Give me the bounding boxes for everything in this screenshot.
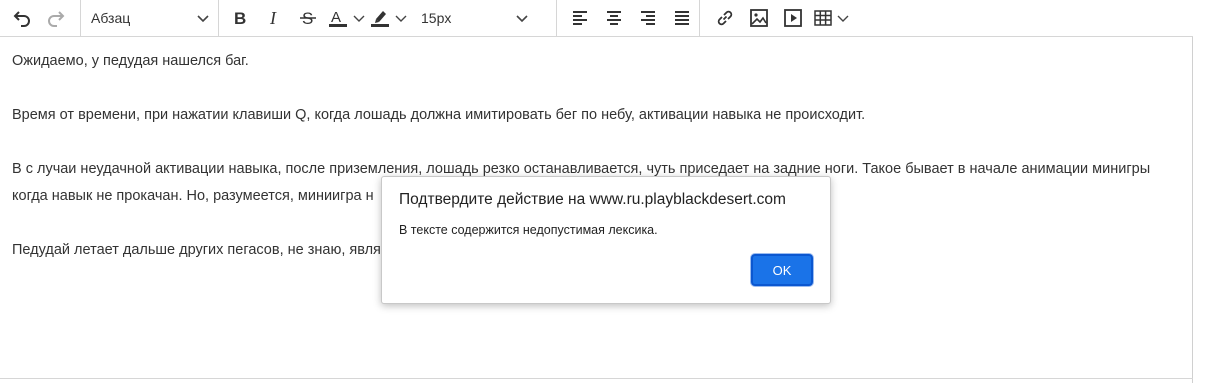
insert-video-button[interactable] (776, 0, 810, 37)
image-icon (750, 9, 768, 27)
highlight-color-button[interactable] (367, 0, 393, 37)
strikethrough-button[interactable]: S (291, 0, 325, 37)
chevron-down-icon (395, 15, 407, 22)
paragraph-format-value: Абзац (91, 10, 131, 26)
redo-button[interactable] (39, 0, 73, 37)
undo-icon (13, 11, 30, 27)
editor-toolbar: Абзац B I S A 15px (0, 0, 1193, 37)
align-center-icon (607, 11, 621, 25)
svg-text:B: B (234, 9, 246, 27)
link-icon (717, 10, 733, 26)
bold-button[interactable]: B (223, 0, 257, 37)
chevron-down-icon (837, 15, 849, 22)
content-paragraph: Ожидаемо, у педудая нашелся баг. (12, 53, 249, 69)
font-size-select[interactable]: 15px (409, 0, 537, 37)
text-color-dropdown[interactable] (351, 0, 367, 37)
content-paragraph: Время от времени, при нажатии клавиши Q,… (12, 107, 866, 123)
insert-image-button[interactable] (742, 0, 776, 37)
paragraph-format-select[interactable]: Абзац (81, 0, 218, 37)
editor-footer-divider (0, 378, 1193, 379)
align-justify-icon (675, 11, 689, 25)
dialog-message: В тексте содержится недопустимая лексика… (399, 223, 658, 237)
confirm-dialog: Подтвердите действие на www.ru.playblack… (381, 176, 831, 304)
highlight-color-dropdown[interactable] (393, 0, 409, 37)
history-group (0, 0, 81, 37)
text-color-icon: A (329, 9, 347, 27)
align-left-icon (573, 11, 587, 25)
video-icon (784, 9, 802, 27)
align-group (557, 0, 700, 37)
redo-icon (48, 11, 65, 27)
italic-button[interactable]: I (257, 0, 291, 37)
chevron-down-icon (516, 15, 528, 23)
align-left-button[interactable] (563, 0, 597, 37)
svg-text:A: A (331, 9, 341, 26)
dialog-title: Подтвердите действие на www.ru.playblack… (399, 191, 786, 208)
insert-link-button[interactable] (708, 0, 742, 37)
italic-icon: I (269, 9, 277, 27)
svg-text:I: I (269, 9, 277, 27)
align-center-button[interactable] (597, 0, 631, 37)
align-right-icon (641, 11, 655, 25)
chevron-down-icon (197, 15, 209, 23)
undo-button[interactable] (5, 0, 39, 37)
table-icon (814, 10, 832, 26)
style-group: B I S A 15px (219, 0, 557, 37)
chevron-down-icon (353, 15, 365, 22)
ok-button[interactable]: OK (751, 254, 813, 286)
insert-table-button[interactable] (810, 0, 836, 37)
align-justify-button[interactable] (665, 0, 699, 37)
font-size-value: 15px (421, 10, 452, 26)
insert-table-dropdown[interactable] (836, 0, 850, 37)
highlighter-icon (371, 11, 389, 27)
insert-group (700, 0, 860, 37)
text-color-button[interactable]: A (325, 0, 351, 37)
format-group: Абзац (81, 0, 219, 37)
bold-icon: B (234, 9, 246, 27)
align-right-button[interactable] (631, 0, 665, 37)
strikethrough-icon: S (300, 9, 316, 27)
